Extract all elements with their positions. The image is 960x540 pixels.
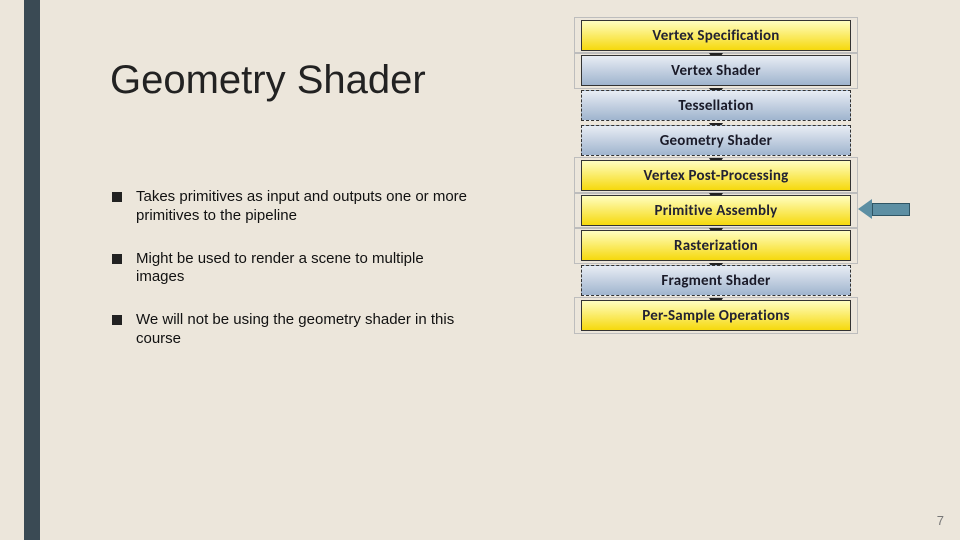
bullet-text: We will not be using the geometry shader… [136,311,472,349]
pipeline-stage-label: Vertex Post-Processing [644,167,789,185]
pipeline-stage-label: Vertex Specification [652,27,779,45]
pipeline-stage: Rasterization [581,230,851,261]
pipeline-diagram: Vertex Specification Vertex Shader Tessell… [574,20,858,331]
pipeline-stage-label: Fragment Shader [661,272,770,290]
pipeline-stage-label: Per-Sample Operations [642,307,790,325]
pipeline-stage-label: Tessellation [678,97,753,115]
bullet-marker-icon [112,254,122,264]
bullet-marker-icon [112,315,122,325]
list-item: Might be used to render a scene to multi… [112,250,472,288]
list-item: We will not be using the geometry shader… [112,311,472,349]
pipeline-stage: Tessellation [581,90,851,121]
page-number: 7 [937,513,944,528]
pipeline-stage: Fragment Shader [581,265,851,296]
pipeline-stage-label: Primitive Assembly [655,202,778,220]
pointer-arrow-icon [858,199,912,219]
bullet-list: Takes primitives as input and outputs on… [112,188,472,373]
pipeline-stage: Vertex Shader [581,55,851,86]
pipeline-stage: Vertex Specification [581,20,851,51]
accent-vertical-bar [24,0,40,540]
list-item: Takes primitives as input and outputs on… [112,188,472,226]
pipeline-stage: Per-Sample Operations [581,300,851,331]
pipeline-stage: Primitive Assembly [581,195,851,226]
bullet-text: Takes primitives as input and outputs on… [136,188,472,226]
bullet-marker-icon [112,192,122,202]
pipeline-stage: Geometry Shader [581,125,851,156]
bullet-text: Might be used to render a scene to multi… [136,250,472,288]
pipeline-stage-label: Vertex Shader [671,62,761,80]
pipeline-stage-label: Rasterization [674,237,758,255]
pipeline-stage: Vertex Post-Processing [581,160,851,191]
pipeline-stage-label: Geometry Shader [660,132,772,150]
page-title: Geometry Shader [110,58,426,103]
